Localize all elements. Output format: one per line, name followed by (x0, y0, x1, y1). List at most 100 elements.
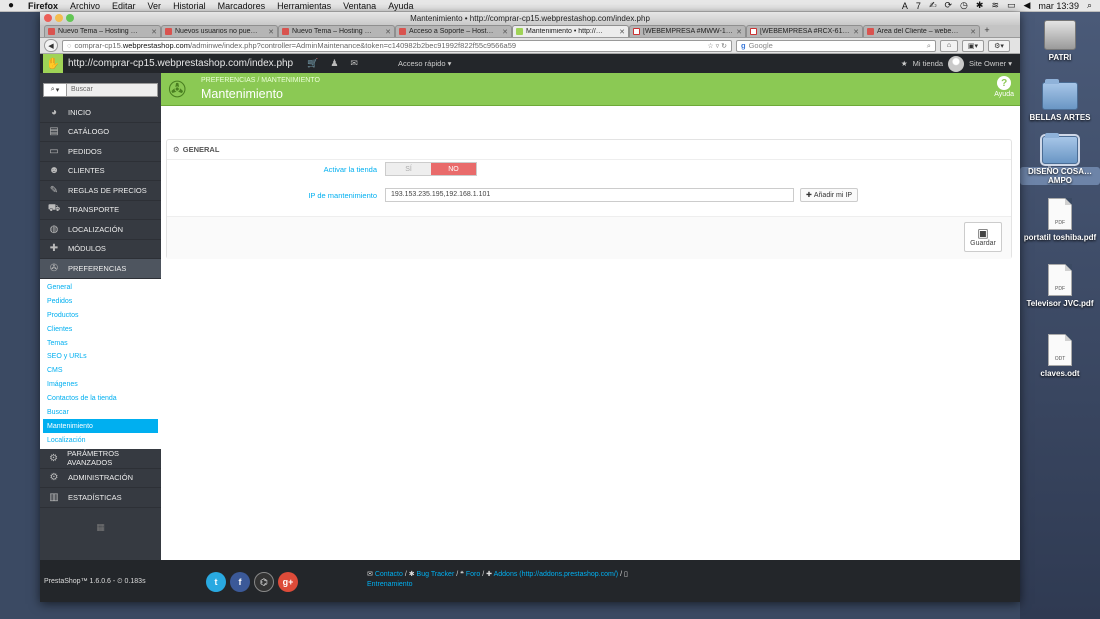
zoom-window-icon[interactable] (66, 14, 74, 22)
submenu-productos[interactable]: Productos (40, 308, 161, 322)
tab-2[interactable]: Nuevo Tema – Hosting … ✕ (278, 25, 395, 37)
sidebar-item-localizacion[interactable]: ◍ LOCALIZACIÓN (40, 220, 161, 240)
desktop-item-diseno[interactable]: DISEÑO COSA…AMPO (1020, 133, 1100, 185)
sidebar-search-input[interactable]: Buscar (67, 83, 158, 97)
status-wifi-icon[interactable]: ≋ (991, 0, 999, 11)
desktop-item-televisor-pdf[interactable]: PDF Televisor JVC.pdf (1020, 264, 1100, 308)
sidebar-item-estadisticas[interactable]: ▥ ESTADÍSTICAS (40, 488, 161, 508)
tab-6[interactable]: [WEBEMPRESA #RCX-61… ✕ (746, 25, 863, 37)
close-tab-icon[interactable]: ✕ (385, 28, 391, 36)
close-tab-icon[interactable]: ✕ (853, 28, 859, 36)
search-icon[interactable]: ⌕ (927, 41, 931, 51)
dropdown-arrow-icon[interactable]: ▿ (716, 43, 720, 50)
prestashop-logo-icon[interactable]: ✋ (43, 54, 63, 73)
tab-7[interactable]: Área del Cliente – webe… ✕ (863, 25, 980, 37)
tab-5[interactable]: [WEBEMPRESA #MWW-1… ✕ (629, 25, 746, 37)
maintenance-ip-input[interactable]: 193.153.235.195,192.168.1.101 (385, 188, 794, 202)
home-icon[interactable]: ⌂ (940, 39, 958, 52)
submenu-general[interactable]: General (40, 281, 161, 295)
view-toggle-icon[interactable]: ▣▾ (962, 39, 984, 52)
avatar[interactable] (948, 55, 965, 72)
desktop-item-patri[interactable]: PATRI (1020, 20, 1100, 62)
forum-link[interactable]: Foro (466, 571, 480, 578)
menu-marcadores[interactable]: Marcadores (212, 1, 272, 11)
sidebar-item-preferencias[interactable]: ✇ PREFERENCIAS (40, 259, 161, 279)
menu-ayuda[interactable]: Ayuda (382, 1, 419, 11)
sidebar-item-reglas-precios[interactable]: ✎ REGLAS DE PRECIOS (40, 181, 161, 201)
owner-dropdown[interactable]: Site Owner ▾ (969, 59, 1012, 68)
submenu-cms[interactable]: CMS (40, 364, 161, 378)
contact-link[interactable]: Contacto (375, 571, 403, 578)
sidebar-item-parametros[interactable]: ⚙ PARÁMETROS AVANZADOS (40, 449, 161, 469)
bookmark-star-icon[interactable]: ☆ (707, 43, 713, 50)
tab-1[interactable]: Nuevos usuarios no pue… ✕ (161, 25, 278, 37)
close-tab-icon[interactable]: ✕ (619, 28, 625, 36)
facebook-icon[interactable]: f (230, 572, 250, 592)
submenu-buscar[interactable]: Buscar (40, 406, 161, 420)
spotlight-icon[interactable]: ⌕ (1087, 0, 1092, 11)
close-tab-icon[interactable]: ✕ (970, 28, 976, 36)
google-plus-icon[interactable]: g+ (278, 572, 298, 592)
menu-editar[interactable]: Editar (106, 1, 142, 11)
window-titlebar[interactable]: Mantenimiento • http://comprar-cp15.webp… (40, 12, 1020, 25)
help-button[interactable]: ? Ayuda (994, 76, 1014, 98)
reload-icon[interactable]: ↻ (721, 43, 727, 50)
save-button[interactable]: ▣ Guardar (964, 222, 1002, 252)
training-link[interactable]: Entrenamiento (367, 581, 413, 588)
web-search-box[interactable]: g Google ⌕ (736, 39, 936, 52)
submenu-pedidos[interactable]: Pedidos (40, 294, 161, 308)
clock[interactable]: mar 13:39 (1038, 1, 1079, 11)
sidebar-item-administracion[interactable]: ⚙ ADMINISTRACIÓN (40, 469, 161, 489)
submenu-temas[interactable]: Temas (40, 336, 161, 350)
bug-tracker-link[interactable]: Bug Tracker (417, 571, 455, 578)
status-adobe-icon[interactable]: A (902, 1, 908, 11)
github-icon[interactable]: ⌬ (254, 572, 274, 592)
url-bar[interactable]: ◌ comprar-cp15. webprestashop.com/adminwe… (62, 39, 732, 52)
back-arrow-icon[interactable]: ◀ (44, 39, 58, 52)
submenu-clientes[interactable]: Clientes (40, 322, 161, 336)
status-bluetooth-icon[interactable]: ✱ (976, 0, 984, 11)
close-window-icon[interactable] (44, 14, 52, 22)
menu-herramientas[interactable]: Herramientas (271, 1, 337, 11)
shop-enable-switch[interactable]: SÍ NO (385, 162, 477, 176)
sidebar-item-pedidos[interactable]: ▭ PEDIDOS (40, 142, 161, 162)
close-tab-icon[interactable]: ✕ (268, 28, 274, 36)
desktop-item-claves-odt[interactable]: ODT claves.odt (1020, 334, 1100, 378)
menu-ver[interactable]: Ver (142, 1, 168, 11)
desktop-item-portatil-pdf[interactable]: PDF portatil toshiba.pdf (1020, 198, 1100, 242)
close-tab-icon[interactable]: ✕ (502, 28, 508, 36)
addon-gear-icon[interactable]: ⚙▾ (988, 39, 1010, 52)
tab-0[interactable]: Nuevo Tema – Hosting … ✕ (44, 25, 161, 37)
addons-link[interactable]: Addons (http://addons.prestashop.com/) (494, 571, 619, 578)
submenu-seo-urls[interactable]: SEO y URLs (40, 350, 161, 364)
status-sync-icon[interactable]: ⟳ (944, 0, 952, 11)
minimize-window-icon[interactable] (55, 14, 63, 22)
sidebar-item-clientes[interactable]: ☻ CLIENTES (40, 162, 161, 181)
menu-archivo[interactable]: Archivo (64, 1, 106, 11)
apple-icon[interactable]: ● (0, 0, 22, 11)
menu-ventana[interactable]: Ventana (337, 1, 382, 11)
user-icon[interactable]: ♟ (330, 58, 338, 69)
menu-historial[interactable]: Historial (167, 1, 212, 11)
tab-4-active[interactable]: Mantenimiento • http://… ✕ (512, 25, 629, 37)
sidebar-item-inicio[interactable]: ◕ INICIO (40, 103, 161, 123)
cart-icon[interactable]: 🛒 (307, 58, 318, 69)
twitter-icon[interactable]: t (206, 572, 226, 592)
submenu-contactos[interactable]: Contactos de la tienda (40, 392, 161, 406)
sidebar-item-catalogo[interactable]: ▤ CATÁLOGO (40, 123, 161, 142)
sidebar-item-modulos[interactable]: ✚ MÓDULOS (40, 240, 161, 259)
status-battery-icon[interactable]: ▭ (1007, 0, 1016, 11)
my-shop-link[interactable]: Mi tienda (913, 59, 943, 68)
message-icon[interactable]: ✉ (350, 58, 358, 69)
switch-yes-option[interactable]: SÍ (386, 163, 431, 175)
submenu-imagenes[interactable]: Imágenes (40, 378, 161, 392)
submenu-localizacion[interactable]: Localización (40, 433, 161, 447)
status-volume-icon[interactable]: ◀ (1024, 0, 1031, 11)
quick-access-dropdown[interactable]: Acceso rápido ▾ (398, 59, 451, 68)
add-my-ip-button[interactable]: ✚ Añadir mi IP (800, 188, 858, 202)
sidebar-item-transporte[interactable]: ⛟ TRANSPORTE (40, 201, 161, 220)
collapse-sidebar-icon[interactable]: ▦ (40, 522, 161, 533)
search-scope-button[interactable]: ⌕ ▾ (43, 83, 67, 97)
shop-url[interactable]: http://comprar-cp15.webprestashop.com/in… (68, 58, 293, 69)
switch-no-option[interactable]: NO (431, 163, 476, 175)
